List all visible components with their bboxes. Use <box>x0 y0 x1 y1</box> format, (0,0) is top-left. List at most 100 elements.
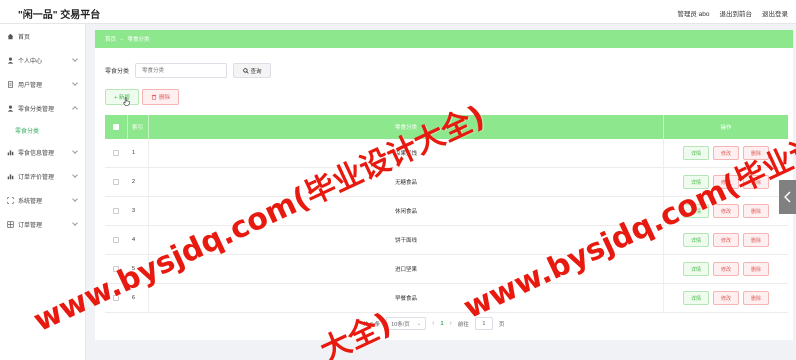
side-drawer-toggle[interactable] <box>779 180 796 214</box>
logout-link[interactable]: 退出登录 <box>762 8 788 18</box>
table-row: 4 饼干面线 详情 修改 删除 <box>105 226 788 255</box>
breadcrumb-current: 零食分类 <box>127 37 150 43</box>
grid-icon <box>7 220 14 228</box>
back-to-front-link[interactable]: 退出到前台 <box>720 8 753 18</box>
header-name: 零食分类 <box>148 115 663 139</box>
delete-button[interactable]: 删除 <box>743 204 769 218</box>
sidebar: 首页 个人中心 用户管理 零食分类管理 零食分类 零食信息管理 订单评价管理 系… <box>0 24 86 360</box>
sidebar-item-system-management[interactable]: 系统管理 <box>0 188 85 212</box>
row-actions: 详情 修改 删除 <box>663 197 788 225</box>
table-row: 1 凉果蜜饯 详情 修改 删除 <box>105 139 788 168</box>
delete-button[interactable]: 删除 <box>743 233 769 247</box>
table-row: 2 无糖食品 详情 修改 删除 <box>105 168 788 197</box>
row-checkbox[interactable] <box>113 266 119 272</box>
sidebar-item-user-management[interactable]: 用户管理 <box>0 72 85 96</box>
sidebar-item-label: 系统管理 <box>18 198 43 205</box>
delete-button[interactable]: 删除 <box>743 175 769 189</box>
edit-button[interactable]: 修改 <box>713 204 739 218</box>
sidebar-item-label: 零食分类管理 <box>18 106 55 113</box>
row-checkbox[interactable] <box>113 150 119 156</box>
pagination-total: 共 6 条 <box>363 321 381 328</box>
sidebar-item-home[interactable]: 首页 <box>0 24 85 48</box>
row-actions: 详情 修改 删除 <box>663 139 788 167</box>
delete-button[interactable]: 删除 <box>743 146 769 160</box>
table-header: 索引 零食分类 操作 <box>105 115 788 139</box>
top-right-menu: 管理员 abo 退出到前台 退出登录 <box>677 8 788 18</box>
detail-button[interactable]: 详情 <box>683 175 709 189</box>
row-category-name: 饼干面线 <box>148 226 663 254</box>
sidebar-item-label: 个人中心 <box>18 58 43 65</box>
next-page-button[interactable]: › <box>450 320 452 327</box>
table-row: 6 早餐食品 详情 修改 删除 <box>105 284 788 313</box>
user-icon <box>7 105 14 112</box>
row-checkbox[interactable] <box>113 237 119 243</box>
detail-button[interactable]: 详情 <box>683 262 709 276</box>
row-index: 3 <box>127 197 148 225</box>
delete-button[interactable]: 删除 <box>743 291 769 305</box>
edit-button[interactable]: 修改 <box>713 146 739 160</box>
row-index: 2 <box>127 168 148 196</box>
breadcrumb-arrow: → <box>119 36 125 42</box>
page-size-value: 10条/页 <box>391 321 410 328</box>
sidebar-item-order-review-management[interactable]: 订单评价管理 <box>0 164 85 188</box>
hand-cursor-icon <box>123 97 130 106</box>
row-index: 1 <box>127 139 148 167</box>
chevron-up-icon <box>72 106 78 112</box>
admin-label: 管理员 abo <box>677 11 710 18</box>
search-bar: 零食分类 查询 <box>105 63 272 78</box>
edit-button[interactable]: 修改 <box>713 233 739 247</box>
page-size-select[interactable]: 10条/页 ⌄ <box>386 317 427 330</box>
delete-selected-button[interactable]: 删除 <box>142 89 179 105</box>
sidebar-item-label: 用户管理 <box>18 82 43 89</box>
row-actions: 详情 修改 删除 <box>663 168 788 196</box>
row-checkbox[interactable] <box>113 208 119 214</box>
chevron-down-icon <box>72 56 78 62</box>
top-bar: "闲一品" 交易平台 管理员 abo 退出到前台 退出登录 <box>0 0 796 24</box>
edit-button[interactable]: 修改 <box>713 175 739 189</box>
search-icon <box>242 67 249 74</box>
sidebar-item-snack-category-management[interactable]: 零食分类管理 <box>0 96 85 120</box>
detail-button[interactable]: 详情 <box>683 146 709 160</box>
sidebar-item-personal-center[interactable]: 个人中心 <box>0 48 85 72</box>
edit-button[interactable]: 修改 <box>713 262 739 276</box>
add-button[interactable]: + 新增 <box>105 89 139 105</box>
detail-button[interactable]: 详情 <box>683 204 709 218</box>
row-index: 4 <box>127 226 148 254</box>
page-unit: 页 <box>498 321 505 328</box>
goto-label: 前往 <box>457 321 469 328</box>
current-page-number[interactable]: 1 <box>440 321 443 327</box>
home-icon <box>7 33 14 39</box>
main-panel: 首页 → 零食分类 零食分类 查询 + 新增 删除 索引 零食分类 操作 1凉果… <box>95 30 793 340</box>
row-checkbox[interactable] <box>113 179 119 185</box>
sidebar-item-snack-info-management[interactable]: 零食信息管理 <box>0 140 85 164</box>
delete-button[interactable]: 删除 <box>743 262 769 276</box>
sidebar-subitem-snack-category[interactable]: 零食分类 <box>0 120 85 140</box>
row-index: 5 <box>127 255 148 283</box>
query-button[interactable]: 查询 <box>233 63 272 78</box>
goto-page-input[interactable]: 1 <box>474 317 493 330</box>
detail-button[interactable]: 详情 <box>683 291 709 305</box>
select-all-checkbox[interactable] <box>113 124 119 130</box>
sidebar-item-label: 订单管理 <box>18 222 43 229</box>
row-checkbox[interactable] <box>113 295 119 301</box>
detail-button[interactable]: 详情 <box>683 233 709 247</box>
bar-chart-icon <box>7 173 14 179</box>
sidebar-item-order-management[interactable]: 订单管理 <box>0 212 85 236</box>
table-row: 5 进口坚果 详情 修改 删除 <box>105 255 788 284</box>
search-input[interactable] <box>135 63 228 78</box>
prev-page-button[interactable]: ‹ <box>432 320 434 327</box>
chevron-down-icon <box>72 196 78 202</box>
header-index: 索引 <box>127 115 148 139</box>
trash-icon <box>151 94 157 100</box>
chevron-down-icon <box>72 172 78 178</box>
table-row: 3 休闲食品 详情 修改 删除 <box>105 197 788 226</box>
query-button-label: 查询 <box>250 68 262 75</box>
row-actions: 详情 修改 删除 <box>663 226 788 254</box>
table-body: 1 凉果蜜饯 详情 修改 删除 2 无糖食品 详情 修改 删除 3 休闲食品 详情 修改 删除 4 饼干面线 详情… <box>105 139 788 313</box>
delete-button-label: 删除 <box>158 95 170 101</box>
edit-button[interactable]: 修改 <box>713 291 739 305</box>
chevron-down-icon <box>72 220 78 226</box>
breadcrumb-home[interactable]: 首页 <box>105 35 116 43</box>
row-category-name: 早餐食品 <box>148 284 663 312</box>
bar-chart-icon <box>7 149 14 155</box>
